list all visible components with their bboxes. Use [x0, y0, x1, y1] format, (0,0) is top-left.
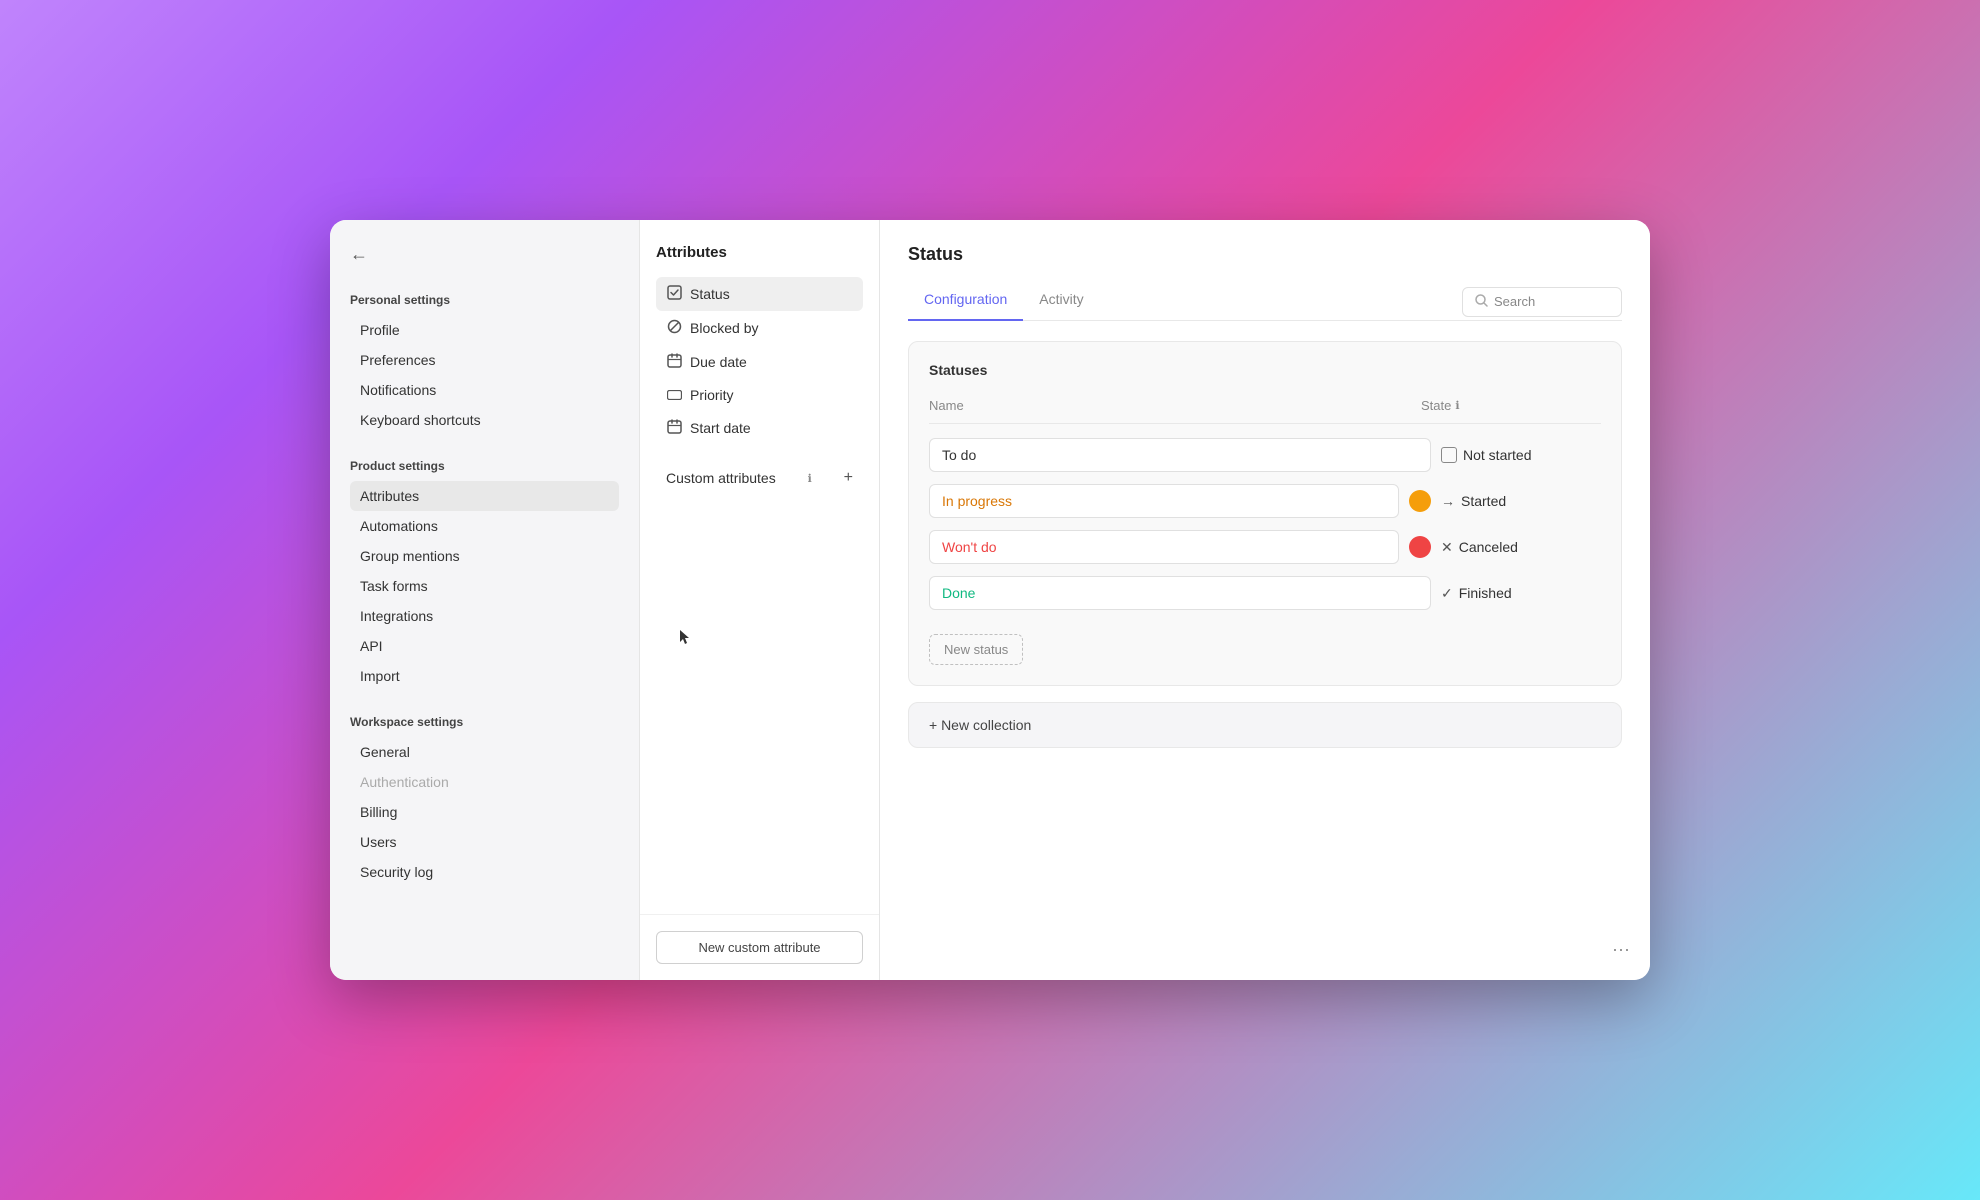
status-name-done	[929, 576, 1431, 610]
tabs: Configuration Activity	[908, 283, 1100, 320]
custom-attributes-info-icon[interactable]: ℹ	[808, 472, 812, 485]
column-state-header: State ℹ	[1421, 398, 1601, 413]
sidebar-item-group-mentions[interactable]: Group mentions	[350, 541, 619, 571]
sidebar-item-billing[interactable]: Billing	[350, 797, 619, 827]
custom-attributes-add-button[interactable]: +	[844, 469, 853, 487]
custom-attributes-header: Custom attributes ℹ +	[656, 461, 863, 495]
more-options-button[interactable]: ···	[1612, 939, 1630, 960]
search-placeholder: Search	[1494, 294, 1535, 309]
attr-priority-label: Priority	[690, 387, 734, 403]
main-content: Status Configuration Activity Search Sta…	[880, 220, 1650, 980]
priority-icon	[666, 387, 682, 403]
sidebar-item-security-log[interactable]: Security log	[350, 857, 619, 887]
not-started-label: Not started	[1463, 447, 1531, 463]
sidebar-item-automations[interactable]: Automations	[350, 511, 619, 541]
sidebar-item-import[interactable]: Import	[350, 661, 619, 691]
personal-settings-title: Personal settings	[350, 293, 619, 307]
sidebar-item-integrations[interactable]: Integrations	[350, 601, 619, 631]
sidebar-item-keyboard-shortcuts[interactable]: Keyboard shortcuts	[350, 405, 619, 435]
start-date-icon	[666, 419, 682, 437]
tabs-row: Configuration Activity Search	[908, 283, 1622, 321]
new-collection-button[interactable]: + New collection	[908, 702, 1622, 748]
status-row-done: ✓ Finished	[929, 570, 1601, 616]
sidebar-item-notifications[interactable]: Notifications	[350, 375, 619, 405]
middle-panel: Attributes Status	[640, 220, 880, 980]
back-button[interactable]: ←	[350, 244, 619, 265]
sidebar-item-task-forms[interactable]: Task forms	[350, 571, 619, 601]
app-window: ← Personal settings Profile Preferences …	[330, 220, 1650, 980]
state-cell-wont-do: ✕ Canceled	[1441, 539, 1601, 556]
tab-activity[interactable]: Activity	[1023, 283, 1099, 321]
attributes-panel-title: Attributes	[656, 244, 863, 261]
status-name-input-in-progress[interactable]	[929, 484, 1399, 518]
workspace-settings-section: Workspace settings General Authenticatio…	[350, 715, 619, 887]
status-name-in-progress	[929, 484, 1399, 518]
new-status-button[interactable]: New status	[929, 634, 1023, 665]
personal-settings-section: Personal settings Profile Preferences No…	[350, 293, 619, 435]
sidebar-item-general[interactable]: General	[350, 737, 619, 767]
custom-attributes-label: Custom attributes	[666, 470, 776, 486]
attr-blocked-by-label: Blocked by	[690, 320, 758, 336]
column-name-header: Name	[929, 398, 1421, 413]
state-info-icon[interactable]: ℹ	[1455, 399, 1459, 412]
state-cell-done: ✓ Finished	[1441, 585, 1601, 602]
status-name-todo	[929, 438, 1431, 472]
attr-start-date-label: Start date	[690, 420, 751, 436]
blocked-by-icon	[666, 319, 682, 337]
status-row-todo: Not started	[929, 432, 1601, 478]
sidebar: ← Personal settings Profile Preferences …	[330, 220, 640, 980]
sidebar-item-api[interactable]: API	[350, 631, 619, 661]
cursor-position	[680, 630, 690, 640]
status-dot-wont-do[interactable]	[1409, 536, 1431, 558]
due-date-icon	[666, 353, 682, 371]
status-dot-in-progress[interactable]	[1409, 490, 1431, 512]
started-label: Started	[1461, 493, 1506, 509]
started-icon: →	[1441, 493, 1455, 509]
new-custom-attribute-button[interactable]: New custom attribute	[656, 931, 863, 964]
status-row-in-progress: → Started	[929, 478, 1601, 524]
page-title: Status	[908, 244, 1622, 265]
product-settings-title: Product settings	[350, 459, 619, 473]
status-name-wont-do	[929, 530, 1399, 564]
attr-item-priority[interactable]: Priority	[656, 379, 863, 411]
attr-item-start-date[interactable]: Start date	[656, 411, 863, 445]
status-name-input-wont-do[interactable]	[929, 530, 1399, 564]
statuses-card-title: Statuses	[929, 362, 1601, 378]
status-row-wont-do: ✕ Canceled	[929, 524, 1601, 570]
statuses-card: Statuses Name State ℹ Not started	[908, 341, 1622, 686]
canceled-icon: ✕	[1441, 539, 1453, 556]
attr-item-blocked-by[interactable]: Blocked by	[656, 311, 863, 345]
canceled-label: Canceled	[1459, 539, 1518, 555]
attr-due-date-label: Due date	[690, 354, 747, 370]
tab-configuration[interactable]: Configuration	[908, 283, 1023, 321]
status-attr-icon	[666, 285, 682, 303]
sidebar-item-authentication: Authentication	[350, 767, 619, 797]
not-started-icon	[1441, 447, 1457, 463]
back-icon: ←	[350, 244, 368, 265]
search-box[interactable]: Search	[1462, 287, 1622, 317]
finished-icon: ✓	[1441, 585, 1453, 602]
not-started-state: Not started	[1441, 447, 1531, 463]
product-settings-section: Product settings Attributes Automations …	[350, 459, 619, 691]
sidebar-item-preferences[interactable]: Preferences	[350, 345, 619, 375]
state-cell-in-progress: → Started	[1441, 493, 1601, 509]
search-icon	[1475, 294, 1488, 310]
sidebar-item-users[interactable]: Users	[350, 827, 619, 857]
workspace-settings-title: Workspace settings	[350, 715, 619, 729]
sidebar-item-attributes[interactable]: Attributes	[350, 481, 619, 511]
state-cell-todo: Not started	[1441, 447, 1601, 463]
statuses-table-header: Name State ℹ	[929, 394, 1601, 424]
status-name-input-done[interactable]	[929, 576, 1431, 610]
attr-item-due-date[interactable]: Due date	[656, 345, 863, 379]
attr-item-status[interactable]: Status	[656, 277, 863, 311]
sidebar-item-profile[interactable]: Profile	[350, 315, 619, 345]
status-name-input-todo[interactable]	[929, 438, 1431, 472]
finished-label: Finished	[1459, 585, 1512, 601]
attr-status-label: Status	[690, 286, 730, 302]
